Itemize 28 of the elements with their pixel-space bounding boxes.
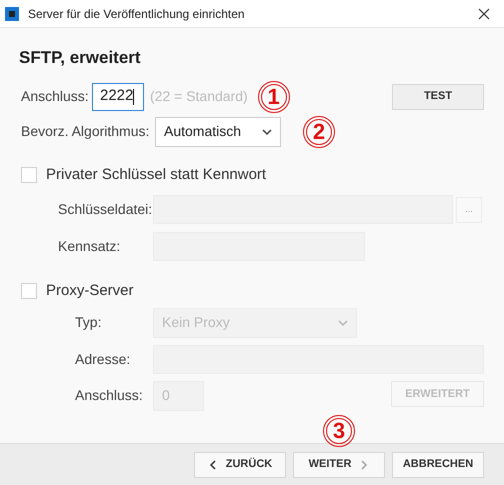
field-label: Kennsatz: (58, 237, 122, 256)
field-label: Adresse: (75, 350, 132, 368)
checkbox-label: Privater Schlüssel statt Kennwort (46, 164, 266, 184)
chevron-right-icon (359, 460, 370, 470)
field-label: Anschluss: (21, 87, 90, 106)
back-button[interactable]: ZURÜCK (194, 452, 286, 478)
cancel-button[interactable]: ABBRECHEN (392, 452, 484, 478)
chevron-down-icon (262, 126, 272, 136)
chevron-down-icon (338, 318, 348, 328)
field-label: Anschluss: (75, 386, 144, 405)
hint-text: (22 = Standard) (150, 87, 248, 106)
section-heading: SFTP, erweitert (19, 47, 142, 69)
close-icon[interactable] (478, 8, 490, 20)
field-label: Typ: (75, 313, 102, 332)
checkbox-label: Proxy-Server (46, 281, 134, 301)
field-label: Bevorz. Algorithmus: (21, 122, 150, 141)
next-button[interactable]: WEITER (293, 452, 385, 478)
annotation-marker: 2 (303, 116, 335, 148)
window-title: Server für die Veröffentlichung einrichten (28, 6, 245, 22)
algorithm-select[interactable]: Automatisch (155, 116, 281, 146)
test-button[interactable]: TEST (392, 84, 484, 110)
checkbox[interactable] (21, 166, 37, 183)
chevron-left-icon (208, 460, 218, 470)
field-label: Schlüsseldatei: (58, 200, 153, 219)
checkbox[interactable] (21, 283, 37, 300)
port-field[interactable]: 2222 (92, 82, 144, 110)
app-icon (5, 6, 19, 20)
annotation-marker: 1 (258, 80, 290, 112)
